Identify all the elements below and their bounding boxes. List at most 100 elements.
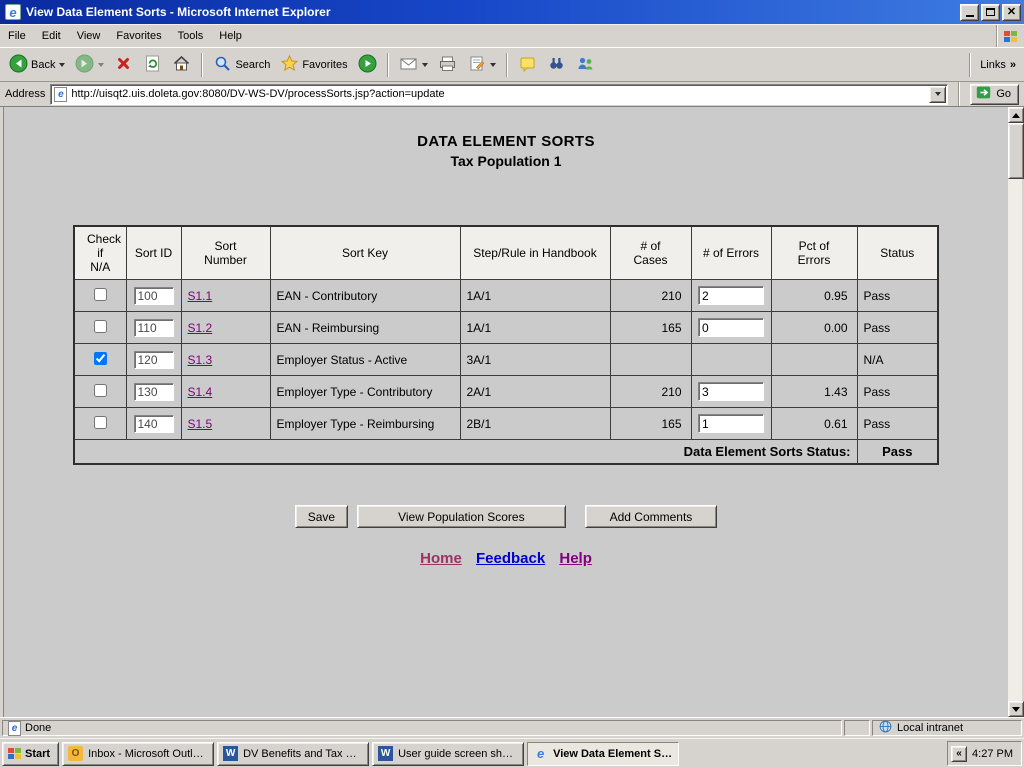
chevron-down-icon [935, 92, 941, 96]
col-errors: # of Errors [691, 226, 771, 280]
favorites-button[interactable]: Favorites [275, 51, 352, 79]
vertical-scrollbar[interactable] [1008, 107, 1024, 717]
menu-favorites[interactable]: Favorites [108, 25, 169, 47]
back-dropdown-icon[interactable] [59, 63, 65, 67]
home-link[interactable]: Home [420, 550, 462, 567]
sort-number-link[interactable]: S1.3 [188, 353, 213, 367]
menu-file[interactable]: File [0, 25, 34, 47]
sort-number-link[interactable]: S1.2 [188, 321, 213, 335]
document-icon: e [8, 721, 21, 736]
home-button[interactable] [167, 51, 196, 79]
sort-number-link[interactable]: S1.5 [188, 417, 213, 431]
taskbar-item-word-2[interactable]: W User guide screen shots ... [372, 742, 524, 766]
scrollbar-thumb[interactable] [1008, 123, 1024, 179]
add-comments-button[interactable]: Add Comments [585, 505, 718, 528]
sort-key-cell: EAN - Contributory [270, 280, 460, 312]
menu-view[interactable]: View [69, 25, 109, 47]
taskbar-item-ie-active[interactable]: e View Data Element So... [527, 742, 679, 766]
search-button[interactable]: Search [208, 51, 275, 79]
toolbar-separator [969, 53, 971, 77]
step-rule-cell: 3A/1 [460, 344, 610, 376]
sort-number-link[interactable]: S1.4 [188, 385, 213, 399]
start-flag-icon [8, 748, 21, 759]
print-button[interactable] [433, 51, 462, 79]
research-icon [547, 54, 566, 76]
discuss-button[interactable] [513, 51, 542, 79]
cases-cell: 210 [610, 376, 691, 408]
na-checkbox[interactable] [94, 416, 107, 429]
scrollbar-track[interactable] [1008, 179, 1022, 701]
start-button[interactable]: Start [2, 742, 59, 766]
status-spacer-panel [844, 720, 870, 736]
edit-button[interactable] [462, 51, 501, 79]
menu-tools[interactable]: Tools [170, 25, 212, 47]
sort-id-input[interactable] [134, 415, 174, 433]
minimize-button[interactable] [960, 4, 979, 21]
sort-number-link[interactable]: S1.1 [188, 289, 213, 303]
taskbar: Start O Inbox - Microsoft Outlook W DV B… [0, 738, 1024, 768]
errors-input[interactable] [698, 286, 764, 305]
edit-dropdown-icon[interactable] [490, 63, 496, 67]
status-text: Done [25, 722, 51, 734]
sort-key-cell: EAN - Reimbursing [270, 312, 460, 344]
col-check-na: Check if N/A [74, 226, 126, 280]
toolbar: Back Search Favorites [0, 47, 1024, 82]
zone-text: Local intranet [897, 722, 963, 734]
sort-id-input[interactable] [134, 319, 174, 337]
na-checkbox[interactable] [94, 352, 107, 365]
page-subtitle: Tax Population 1 [4, 153, 1008, 169]
view-population-scores-button[interactable]: View Population Scores [357, 505, 566, 528]
forward-button[interactable] [70, 51, 109, 79]
errors-input[interactable] [698, 382, 764, 401]
tray-chevron-button[interactable]: « [951, 746, 967, 762]
address-field[interactable]: e http://uisqt2.uis.doleta.gov:8080/DV-W… [50, 84, 948, 105]
stop-button[interactable] [109, 51, 138, 79]
maximize-button[interactable] [981, 4, 1000, 21]
page: DATA ELEMENT SORTS Tax Population 1 Chec… [3, 107, 1008, 717]
research-button[interactable] [542, 51, 571, 79]
links-chevron-icon[interactable]: » [1010, 59, 1016, 71]
toolbar-separator [506, 53, 508, 77]
edit-icon [467, 54, 486, 76]
sort-id-input[interactable] [134, 287, 174, 305]
stop-icon [114, 54, 133, 76]
intranet-globe-icon [878, 719, 893, 737]
mail-button[interactable] [394, 51, 433, 79]
taskbar-item-word-1[interactable]: W DV Benefits and Tax Han... [217, 742, 369, 766]
close-button[interactable]: ✕ [1002, 4, 1021, 21]
back-button[interactable]: Back [4, 51, 70, 79]
save-button[interactable]: Save [295, 505, 348, 528]
menu-help[interactable]: Help [211, 25, 250, 47]
media-button[interactable] [353, 51, 382, 79]
status-cell: N/A [857, 344, 938, 376]
na-checkbox[interactable] [94, 384, 107, 397]
feedback-link[interactable]: Feedback [476, 550, 545, 567]
address-input[interactable]: http://uisqt2.uis.doleta.gov:8080/DV-WS-… [71, 88, 925, 100]
sort-id-input[interactable] [134, 351, 174, 369]
na-checkbox[interactable] [94, 320, 107, 333]
links-label[interactable]: Links [980, 59, 1006, 71]
menu-edit[interactable]: Edit [34, 25, 69, 47]
messenger-button[interactable] [571, 51, 600, 79]
forward-dropdown-icon[interactable] [98, 63, 104, 67]
refresh-button[interactable] [138, 51, 167, 79]
taskbar-item-outlook[interactable]: O Inbox - Microsoft Outlook [62, 742, 214, 766]
help-link[interactable]: Help [559, 550, 592, 567]
address-dropdown-button[interactable] [929, 86, 946, 103]
refresh-icon [143, 54, 162, 76]
scroll-up-button[interactable] [1008, 107, 1024, 123]
security-zone-panel: Local intranet [872, 720, 1022, 736]
scroll-down-button[interactable] [1008, 701, 1024, 717]
col-step-rule: Step/Rule in Handbook [460, 226, 610, 280]
col-pct-errors: Pct of Errors [771, 226, 857, 280]
pct-cell [771, 344, 857, 376]
scroll-down-icon [1012, 707, 1020, 712]
errors-input[interactable] [698, 414, 764, 433]
errors-input[interactable] [698, 318, 764, 337]
go-button[interactable]: Go [970, 84, 1019, 105]
mail-dropdown-icon[interactable] [422, 63, 428, 67]
na-checkbox[interactable] [94, 288, 107, 301]
step-rule-cell: 2A/1 [460, 376, 610, 408]
step-rule-cell: 1A/1 [460, 312, 610, 344]
sort-id-input[interactable] [134, 383, 174, 401]
